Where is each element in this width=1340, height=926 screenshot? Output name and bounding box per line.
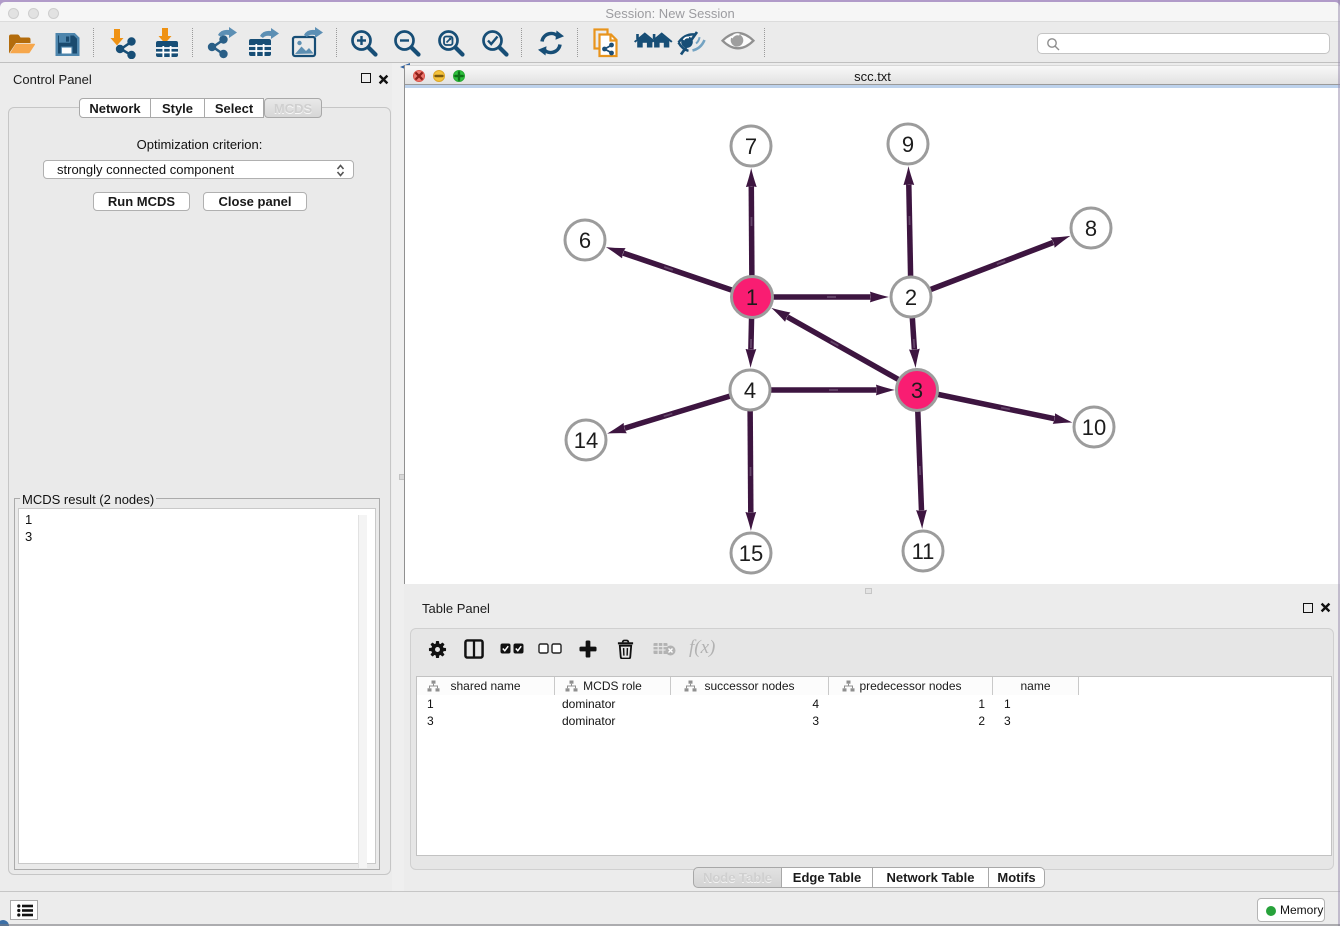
svg-text:6: 6	[579, 228, 591, 253]
svg-text:8: 8	[1085, 216, 1097, 241]
svg-text:15: 15	[739, 541, 763, 566]
svg-text:9: 9	[902, 132, 914, 157]
svg-text:11: 11	[912, 539, 935, 564]
svg-text:7: 7	[745, 134, 757, 159]
svg-text:1: 1	[746, 285, 758, 310]
svg-text:4: 4	[744, 378, 756, 403]
svg-text:14: 14	[574, 428, 598, 453]
svg-text:3: 3	[911, 378, 923, 403]
svg-text:2: 2	[905, 285, 917, 310]
svg-text:10: 10	[1082, 415, 1106, 440]
